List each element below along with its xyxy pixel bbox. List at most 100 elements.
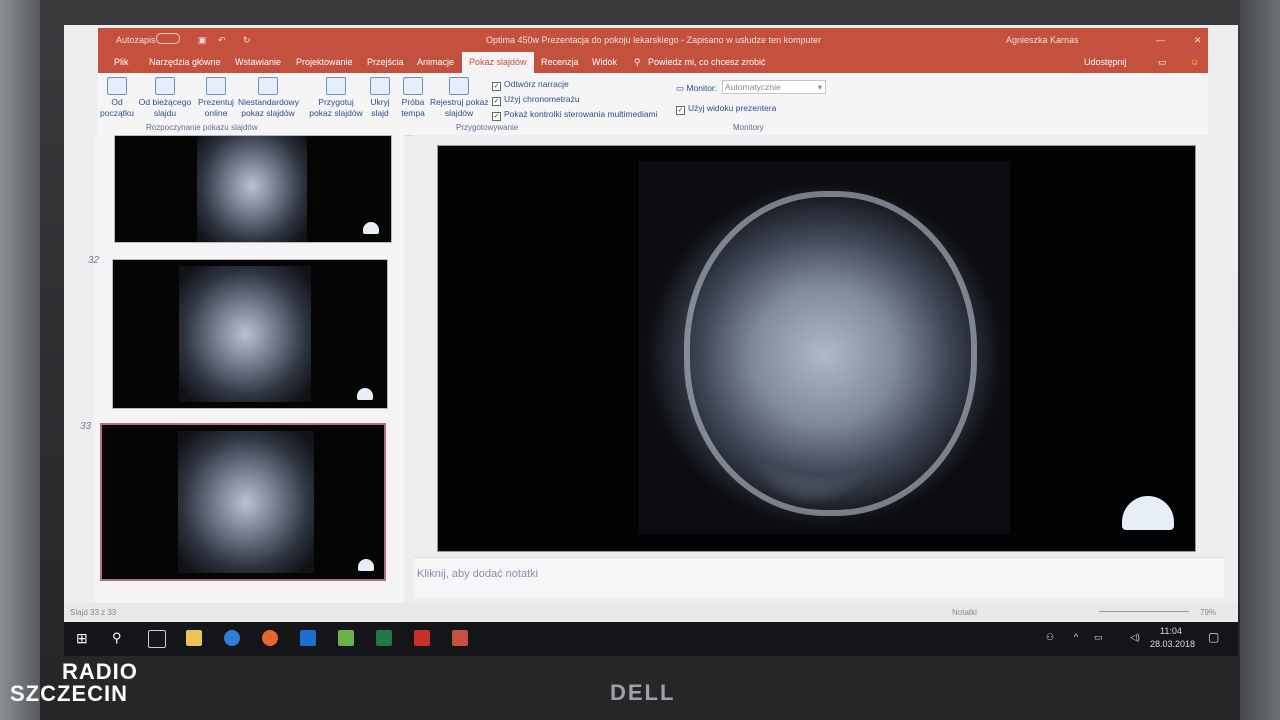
user-name[interactable]: Agnieszka Karnas	[1006, 35, 1079, 45]
slide-counter: Slajd 33 z 33	[70, 608, 117, 617]
file-explorer-icon[interactable]	[186, 630, 202, 646]
slide-number: 33	[80, 421, 92, 432]
group-label-monitors: Monitory	[733, 123, 764, 132]
acrobat-icon[interactable]	[414, 630, 430, 646]
presenter-view-checkbox[interactable]: ✓ Użyj widoku prezentera	[676, 103, 776, 115]
save-icon[interactable]: ▣	[198, 35, 207, 46]
logo-mark	[363, 222, 379, 234]
custom-slideshow-button[interactable]: Niestandardowy pokaz slajdów	[238, 77, 299, 119]
from-current-button[interactable]: Od bieżącego slajdu	[138, 77, 192, 119]
slide-thumbnail[interactable]	[114, 135, 392, 243]
firefox-icon[interactable]	[262, 630, 278, 646]
dell-logo: DELL	[610, 680, 676, 705]
title-bar: Autozapis ▣ ↶ ↻ Optima 450w Prezentacja …	[98, 28, 1208, 50]
play-narrations-checkbox[interactable]: ✓ Odtwórz narracje	[492, 79, 569, 91]
notifications-icon[interactable]: ▢	[1208, 630, 1219, 644]
autosave-label[interactable]: Autozapis	[116, 35, 156, 45]
ribbon: Od początku Od bieżącego slajdu Prezentu…	[98, 73, 1208, 136]
tab-review[interactable]: Recenzja	[541, 57, 579, 67]
zoom-level[interactable]: 79%	[1200, 608, 1216, 617]
use-timings-checkbox[interactable]: ✓ Użyj chronometrażu	[492, 94, 580, 106]
tab-design[interactable]: Projektowanie	[296, 57, 353, 67]
comments-icon[interactable]: ▭	[1158, 57, 1167, 68]
battery-icon[interactable]: ▭	[1094, 632, 1103, 643]
notes-toggle[interactable]: Notatki	[952, 608, 977, 617]
hide-slide-button[interactable]: Ukryj slajd	[368, 77, 392, 119]
mri-scan-image	[639, 161, 1010, 534]
slideshow-current-icon	[155, 77, 175, 95]
timer-icon	[403, 77, 423, 95]
status-bar: Slajd 33 z 33 Notatki 79%	[64, 603, 1238, 621]
show-media-controls-checkbox[interactable]: ✓ Pokaż kontrolki sterowania multimediami	[492, 109, 658, 121]
mri-image	[197, 136, 307, 242]
slide-thumbnail[interactable]	[112, 259, 388, 409]
from-beginning-button[interactable]: Od początku	[98, 77, 136, 119]
slideshow-start-icon	[107, 77, 127, 95]
clock-time[interactable]: 11:04	[1160, 626, 1182, 636]
redo-icon[interactable]: ↻	[243, 35, 251, 46]
record-slideshow-button[interactable]: Rejestruj pokaz slajdów	[430, 77, 489, 119]
share-button[interactable]: Udostępnij	[1084, 57, 1127, 67]
mri-image	[178, 431, 314, 573]
autosave-toggle[interactable]	[156, 33, 180, 44]
smiley-icon[interactable]: ☺	[1190, 57, 1199, 67]
logo-mark	[1122, 496, 1174, 530]
tab-home[interactable]: Narzędzia główne	[149, 57, 221, 67]
tab-view[interactable]: Widok	[592, 57, 617, 67]
current-slide[interactable]	[437, 145, 1196, 552]
monitor-label: ▭ Monitor:	[676, 83, 718, 93]
rehearse-timings-button[interactable]: Próba tempa	[400, 77, 426, 119]
background-wall	[1240, 0, 1280, 720]
logo-mark	[357, 388, 373, 400]
edge-icon[interactable]	[224, 630, 240, 646]
search-icon[interactable]: ⚲	[112, 630, 128, 646]
ribbon-tabs: Plik Narzędzia główne Wstawianie Projekt…	[98, 50, 1208, 73]
close-icon[interactable]: ✕	[1194, 35, 1202, 46]
present-online-icon	[206, 77, 226, 95]
tab-animations[interactable]: Animacje	[417, 57, 454, 67]
slide-editor[interactable]	[414, 135, 1224, 555]
chevron-down-icon: ▾	[817, 82, 822, 92]
setup-icon	[326, 77, 346, 95]
notes-pane[interactable]: Kliknij, aby dodać notatki	[414, 557, 1224, 598]
search-icon[interactable]: ⚲	[634, 57, 641, 68]
background-wall	[0, 0, 40, 720]
start-icon[interactable]: ⊞	[76, 630, 92, 646]
people-icon[interactable]: ⚇	[1046, 632, 1054, 643]
tab-slideshow[interactable]: Pokaz slajdów	[462, 52, 534, 73]
task-view-icon[interactable]	[148, 630, 166, 648]
document-title: Optima 450w Prezentacja do pokoju lekars…	[486, 35, 822, 45]
windows-taskbar: ⊞ ⚲ ⚇ ^ ▭ ◁) 11:04 28.03.2018 ▢	[64, 622, 1238, 656]
custom-slideshow-icon	[258, 77, 278, 95]
setup-slideshow-button[interactable]: Przygotuj pokaz slajdów	[308, 77, 364, 119]
outlook-icon[interactable]	[300, 630, 316, 646]
slide-number: 32	[88, 255, 100, 266]
app-icon[interactable]	[338, 630, 354, 646]
undo-icon[interactable]: ↶	[218, 35, 226, 46]
monitor-select[interactable]: Automatycznie ▾	[722, 80, 826, 94]
tab-file[interactable]: Plik	[114, 57, 129, 67]
laptop-screen: Autozapis ▣ ↶ ↻ Optima 450w Prezentacja …	[64, 25, 1238, 656]
group-label-setup: Przygotowywanie	[456, 123, 519, 132]
tab-transitions[interactable]: Przejścia	[367, 57, 404, 67]
excel-icon[interactable]	[376, 630, 392, 646]
tell-me-box[interactable]: Powiedz mi, co chcesz zrobić	[648, 57, 766, 67]
chevron-up-icon[interactable]: ^	[1074, 632, 1078, 642]
volume-icon[interactable]: ◁)	[1130, 632, 1140, 643]
minimize-icon[interactable]: —	[1156, 35, 1165, 45]
logo-mark	[358, 559, 374, 571]
zoom-slider[interactable]	[1099, 611, 1189, 612]
present-online-button[interactable]: Prezentuj online	[198, 77, 234, 119]
powerpoint-icon[interactable]	[452, 630, 468, 646]
record-icon	[449, 77, 469, 95]
clock-date[interactable]: 28.03.2018	[1150, 639, 1195, 649]
slide-thumbnail-selected[interactable]	[100, 423, 386, 581]
monitor-icon: ▭	[676, 83, 687, 93]
tab-insert[interactable]: Wstawianie	[235, 57, 281, 67]
mri-image	[179, 266, 311, 402]
hide-slide-icon	[370, 77, 390, 95]
group-label-start: Rozpoczynanie pokazu slajdów	[146, 123, 258, 132]
notes-placeholder: Kliknij, aby dodać notatki	[417, 568, 539, 580]
slide-thumbnails-panel[interactable]: 32 33	[80, 135, 404, 605]
radio-szczecin-logo: RADIO SZCZECIN	[10, 659, 138, 706]
